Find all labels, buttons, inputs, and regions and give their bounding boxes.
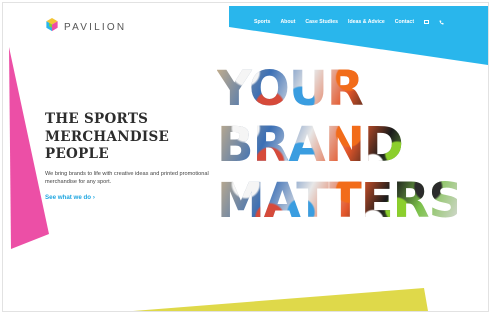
hexagon-cube-icon (45, 17, 59, 37)
see-what-we-do-link[interactable]: See what we do › (45, 194, 95, 201)
headline-line-1: THE SPORTS (45, 111, 149, 127)
cta-label: See what we do (45, 194, 92, 201)
hero-subtext: We bring brands to life with creative id… (45, 171, 209, 185)
big-word-brand: BRAND (217, 117, 457, 173)
mail-icon[interactable] (424, 20, 430, 24)
chevron-right-icon: › (92, 194, 95, 201)
phone-icon[interactable] (439, 20, 445, 25)
page-frame: PAVILION Sports About Case Studies Ideas… (2, 2, 489, 312)
nav-item-sports[interactable]: Sports (254, 19, 270, 25)
main-nav: Sports About Case Studies Ideas & Advice… (254, 19, 455, 25)
hero-big-words: YOUR BRAND MATTERS (217, 61, 457, 229)
nav-item-case-studies[interactable]: Case Studies (305, 19, 338, 25)
headline-line-2: MERCHANDISE (45, 128, 170, 145)
big-word-your: YOUR (217, 61, 457, 117)
headline-line-3: PEOPLE (45, 146, 109, 162)
hero-headline: THE SPORTS MERCHANDISE PEOPLE (45, 111, 205, 164)
nav-item-about[interactable]: About (280, 19, 295, 25)
nav-item-contact[interactable]: Contact (395, 19, 414, 25)
brand-name: PAVILION (64, 21, 127, 33)
nav-item-ideas-advice[interactable]: Ideas & Advice (348, 19, 385, 25)
brand-logo[interactable]: PAVILION (45, 17, 126, 37)
big-word-matters: MATTERS (217, 173, 463, 229)
